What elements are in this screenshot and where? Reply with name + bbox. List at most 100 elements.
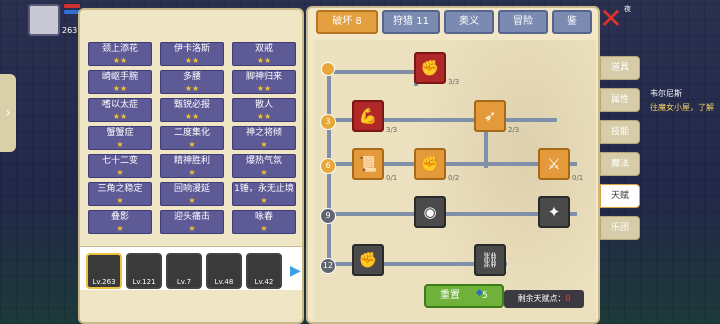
close-icon[interactable]: ✕ [598, 5, 624, 33]
character-avatar[interactable]: Lv.48 [206, 253, 242, 289]
achievement-cell[interactable]: 多腰 ★★ [160, 70, 224, 94]
hp-bar [64, 4, 80, 8]
character-avatar[interactable]: Lv.263 [86, 253, 122, 289]
tab-0[interactable]: 破坏 8 [316, 10, 378, 34]
talent-node[interactable]: ✊ [414, 148, 446, 180]
star-rating: ★★ [184, 112, 200, 121]
tab-3[interactable]: 冒险 [498, 10, 548, 34]
talent-node[interactable]: ◉ [414, 196, 446, 228]
achievement-cell[interactable]: 嗜以太症 ★★ [88, 98, 152, 122]
achievement-cell[interactable]: 1锤，永无止境 ★ [232, 182, 296, 206]
talent-node[interactable]: ✊ [352, 244, 384, 276]
talent-node[interactable]: 💪 [352, 100, 384, 132]
achievement-name: 二度集化 [173, 128, 210, 138]
level-marker: 12 [320, 258, 336, 274]
talent-node[interactable]: ✦ [538, 196, 570, 228]
achievement-cell[interactable]: 甄锐必报 ★★ [160, 98, 224, 122]
fist-icon: ✊ [420, 155, 440, 173]
achievement-name: 散人 [254, 100, 273, 110]
achievement-grid: ★★★★★★★★颈上添花★★伊卡洛斯★★双戒★★崎岖手腕★★多腰★★脚神归来★★… [88, 14, 298, 240]
achievement-cell[interactable]: 二度集化 ★ [160, 126, 224, 150]
player-level: 263 [62, 26, 78, 35]
achievement-panel: ★★★★★★★★颈上添花★★伊卡洛斯★★双戒★★崎岖手腕★★多腰★★脚神归来★★… [78, 8, 304, 324]
talent-node[interactable]: ⚔ [538, 148, 570, 180]
talent-node[interactable]: ➶ [474, 100, 506, 132]
achievement-cell[interactable]: 蟹蟹症 ★ [88, 126, 152, 150]
character-avatar[interactable]: Lv.7 [166, 253, 202, 289]
character-avatar[interactable]: Lv.121 [126, 253, 162, 289]
achievement-cell[interactable]: 迎头痛击 ★ [160, 210, 224, 234]
talent-node[interactable]: ✊ [414, 52, 446, 84]
player-hud: 263 [0, 0, 80, 60]
side-tab-1[interactable]: 属性 [600, 88, 640, 112]
achievement-cell[interactable]: 回响漫延 ★ [160, 182, 224, 206]
achievement-name: 脚神归来 [245, 72, 282, 82]
muscle-icon: 💪 [358, 107, 378, 125]
achievement-name: 多腰 [182, 72, 201, 82]
achievement-cell[interactable]: 咏春 ★ [232, 210, 296, 234]
player-avatar[interactable] [28, 4, 60, 36]
side-tab-4[interactable]: 天赋 [600, 184, 640, 208]
claw-icon: ✦ [547, 203, 561, 221]
achievement-cell[interactable]: 脚神归来 ★★ [232, 70, 296, 94]
remaining-label: 剩余天赋点： [517, 294, 566, 303]
star-rating: ★ [188, 224, 196, 233]
talent-count: 2/3 [508, 126, 520, 134]
achievement-cell[interactable]: 爆热气氛 ★ [232, 154, 296, 178]
chat-text: 往魔女小屋，了解 [650, 103, 714, 112]
achievement-name: 精神胜利 [173, 156, 210, 166]
side-tab-2[interactable]: 技能 [600, 120, 640, 144]
achievement-name: 叠影 [110, 212, 129, 222]
star-rating: ★★ [112, 56, 128, 65]
star-rating: ★★ [256, 84, 272, 93]
achievement-cell[interactable]: 神之将倾 ★ [232, 126, 296, 150]
level-marker: 3 [320, 114, 336, 130]
tab-1[interactable]: 狩猎 11 [382, 10, 440, 34]
achievement-cell[interactable]: 精神胜利 ★ [160, 154, 224, 178]
achievement-cell[interactable]: 颈上添花 ★★ [88, 42, 152, 66]
achievement-cell[interactable]: 三角之稳定 ★ [88, 182, 152, 206]
ripple-icon: ◉ [423, 203, 437, 221]
star-rating: ★★ [112, 84, 128, 93]
star-rating: ★ [116, 196, 124, 205]
achievement-cell[interactable]: 散人 ★★ [232, 98, 296, 122]
achievement-cell[interactable]: 双戒 ★★ [232, 42, 296, 66]
reset-button[interactable]: 重置 5 [424, 284, 504, 308]
character-avatar[interactable]: Lv.42 [246, 253, 282, 289]
remaining-value: 0 [565, 294, 571, 303]
character-level: Lv.263 [92, 278, 116, 286]
achievement-name: 颈上添花 [101, 44, 138, 54]
achievement-name: 七十二变 [101, 156, 138, 166]
level-start-dot [321, 62, 335, 76]
achievement-cell[interactable]: 叠影 ★ [88, 210, 152, 234]
side-tab-5[interactable]: 乐团 [600, 216, 640, 240]
achievement-cell[interactable]: 七十二变 ★ [88, 154, 152, 178]
achievement-name: 三角之稳定 [97, 184, 143, 194]
next-arrow-icon[interactable]: ▶ [290, 263, 301, 283]
expand-arrow-icon[interactable]: › [0, 74, 16, 152]
achievement-cell[interactable]: 伊卡洛斯 ★★ [160, 42, 224, 66]
star-rating: ★★ [184, 84, 200, 93]
character-level: Lv.42 [254, 278, 274, 286]
scroll-icon: 📜 [358, 155, 378, 173]
chain-icon: ⛓ [480, 251, 500, 269]
talent-count: 0/1 [572, 174, 584, 182]
talent-panel: 破坏 8 狩猎 11 奥义 冒险鉴 3 6 9 12 ✊ 3/3 💪 3/3 ➶ 2/3 📜 0/1 ✊ 0/2… [306, 6, 600, 324]
character-level: Lv.48 [214, 278, 234, 286]
side-tab-0[interactable]: 道具 [600, 56, 640, 80]
star-rating: ★ [116, 140, 124, 149]
talent-node[interactable]: ⛓ [474, 244, 506, 276]
talent-node[interactable]: 📜 [352, 148, 384, 180]
gem-icon: ◆ [476, 288, 483, 298]
punch-icon: ✊ [358, 251, 378, 269]
level-marker: 9 [320, 208, 336, 224]
achievement-cell[interactable]: 崎岖手腕 ★★ [88, 70, 152, 94]
star-rating: ★ [188, 168, 196, 177]
star-rating: ★ [116, 168, 124, 177]
side-tab-3[interactable]: 魔法 [600, 152, 640, 176]
achievement-name: 爆热气氛 [245, 156, 282, 166]
character-level: Lv.7 [176, 278, 192, 286]
tab-2[interactable]: 奥义 [444, 10, 494, 34]
tab-4[interactable]: 鉴 [552, 10, 592, 34]
arm-wrestle-icon: ✊ [420, 59, 440, 77]
